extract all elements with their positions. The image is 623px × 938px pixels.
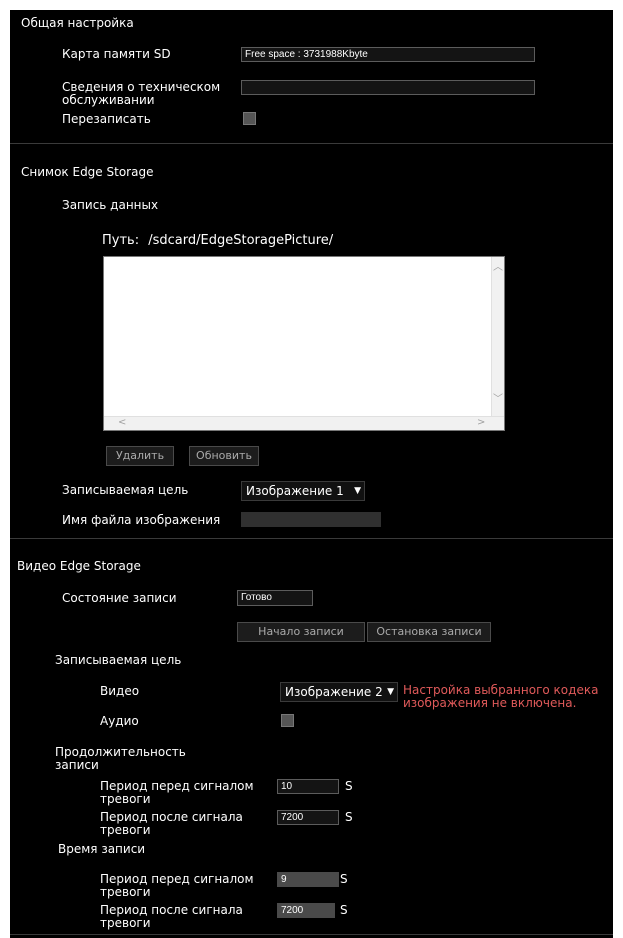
path-value: /sdcard/EdgeStoragePicture/ bbox=[148, 233, 334, 248]
image-filename-field[interactable] bbox=[241, 512, 381, 527]
scroll-right-icon[interactable]: > bbox=[477, 418, 485, 428]
time-post-alarm-unit: S bbox=[340, 903, 348, 917]
image-filename-label: Имя файла изображения bbox=[62, 513, 221, 527]
file-listbox[interactable]: ︿ ﹀ < > bbox=[103, 256, 505, 431]
start-record-button[interactable]: Начало записи bbox=[237, 622, 365, 642]
time-pre-alarm-field[interactable]: 9 bbox=[277, 872, 339, 887]
vertical-scrollbar[interactable]: ︿ ﹀ bbox=[491, 257, 504, 417]
video-stream-select[interactable]: Изображение 2 ▼ bbox=[280, 682, 398, 702]
chevron-down-icon: ▼ bbox=[354, 486, 361, 496]
sd-card-label: Карта памяти SD bbox=[62, 47, 171, 61]
snapshot-target-label: Записываемая цель bbox=[62, 483, 189, 497]
general-section-header: Общая настройка bbox=[21, 16, 134, 30]
audio-checkbox[interactable] bbox=[281, 714, 294, 727]
refresh-button[interactable]: Обновить bbox=[189, 446, 259, 466]
audio-label: Аудио bbox=[100, 714, 139, 728]
post-alarm-field[interactable]: 7200 bbox=[277, 810, 339, 825]
service-info-field bbox=[241, 80, 535, 95]
overwrite-label: Перезаписать bbox=[62, 112, 151, 126]
section-divider bbox=[10, 143, 613, 144]
record-data-label: Запись данных bbox=[62, 198, 159, 212]
stop-record-button[interactable]: Остановка записи bbox=[367, 622, 491, 642]
video-target-label: Записываемая цель bbox=[55, 653, 182, 667]
post-alarm-label: Период после сигнала тревоги bbox=[100, 810, 243, 837]
time-pre-alarm-unit: S bbox=[340, 872, 348, 886]
snapshot-target-select[interactable]: Изображение 1 ▼ bbox=[241, 481, 365, 501]
record-status-field: Готово bbox=[237, 590, 313, 606]
video-section-header: Видео Edge Storage bbox=[17, 559, 141, 573]
video-label: Видео bbox=[100, 684, 140, 698]
time-pre-alarm-label: Период перед сигналом тревоги bbox=[100, 872, 254, 899]
scroll-left-icon[interactable]: < bbox=[118, 418, 126, 428]
video-stream-value: Изображение 2 bbox=[285, 685, 383, 699]
snapshot-target-value: Изображение 1 bbox=[246, 484, 344, 498]
pre-alarm-label: Период перед сигналом тревоги bbox=[100, 779, 254, 806]
record-time-label: Время записи bbox=[58, 842, 146, 856]
time-post-alarm-field[interactable]: 7200 bbox=[277, 903, 335, 918]
horizontal-scrollbar[interactable]: < > bbox=[104, 416, 504, 430]
section-divider bbox=[10, 934, 613, 935]
post-alarm-unit: S bbox=[345, 810, 353, 824]
snapshot-section-header: Снимок Edge Storage bbox=[21, 165, 154, 179]
delete-button[interactable]: Удалить bbox=[106, 446, 174, 466]
record-status-label: Состояние записи bbox=[62, 591, 177, 605]
path-row: Путь: /sdcard/EdgeStoragePicture/ bbox=[102, 234, 333, 247]
sd-card-field: Free space : 3731988Kbyte bbox=[241, 47, 535, 62]
scroll-down-icon[interactable]: ﹀ bbox=[493, 395, 503, 405]
time-post-alarm-label: Период после сигнала тревоги bbox=[100, 903, 243, 930]
pre-alarm-unit: S bbox=[345, 779, 353, 793]
codec-warning-text: Настройка выбранного кодека изображения … bbox=[403, 683, 599, 710]
overwrite-checkbox[interactable] bbox=[243, 112, 256, 125]
service-info-label: Сведения о техническом обслуживании bbox=[62, 80, 221, 107]
duration-label: Продолжительность записи bbox=[55, 745, 186, 772]
path-label: Путь: bbox=[102, 233, 140, 248]
pre-alarm-field[interactable]: 10 bbox=[277, 779, 339, 794]
chevron-down-icon: ▼ bbox=[387, 687, 394, 697]
settings-panel: Общая настройка Карта памяти SD Free spa… bbox=[10, 10, 613, 938]
scroll-up-icon[interactable]: ︿ bbox=[493, 263, 503, 273]
section-divider bbox=[10, 538, 613, 539]
